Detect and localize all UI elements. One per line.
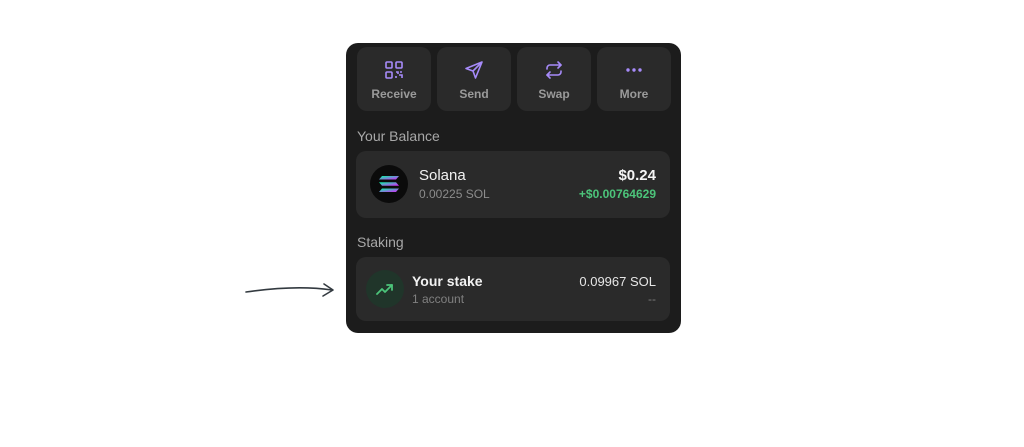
- send-button[interactable]: Send: [437, 47, 511, 111]
- balance-section-title: Your Balance: [357, 128, 440, 144]
- receive-label: Receive: [371, 87, 417, 101]
- swap-button[interactable]: Swap: [517, 47, 591, 111]
- stake-change: --: [648, 292, 656, 306]
- token-value: $0.24: [618, 167, 656, 184]
- stake-amount: 0.09967 SOL: [579, 274, 656, 289]
- token-amount: 0.00225 SOL: [419, 187, 490, 201]
- send-icon: [463, 59, 485, 81]
- more-icon: [623, 59, 645, 81]
- swap-icon: [543, 59, 565, 81]
- token-name: Solana: [419, 167, 466, 184]
- stake-row[interactable]: Your stake 1 account 0.09967 SOL --: [356, 257, 670, 321]
- more-button[interactable]: More: [597, 47, 671, 111]
- send-label: Send: [459, 87, 489, 101]
- more-label: More: [619, 87, 649, 101]
- stake-accounts: 1 account: [412, 292, 465, 306]
- solana-logo-icon: [370, 165, 408, 203]
- wallet-panel: Receive Send Swap More Your Balance Sola…: [346, 43, 681, 333]
- receive-button[interactable]: Receive: [357, 47, 431, 111]
- qr-code-icon: [383, 59, 405, 81]
- token-row-solana[interactable]: Solana 0.00225 SOL $0.24 +$0.00764629: [356, 151, 670, 218]
- staking-section-title: Staking: [357, 234, 404, 250]
- action-bar: Receive Send Swap More: [357, 47, 671, 111]
- trending-up-icon: [366, 270, 404, 308]
- stake-title: Your stake: [412, 273, 483, 289]
- swap-label: Swap: [538, 87, 570, 101]
- token-change: +$0.00764629: [578, 187, 656, 201]
- hand-drawn-arrow-icon: [245, 283, 334, 297]
